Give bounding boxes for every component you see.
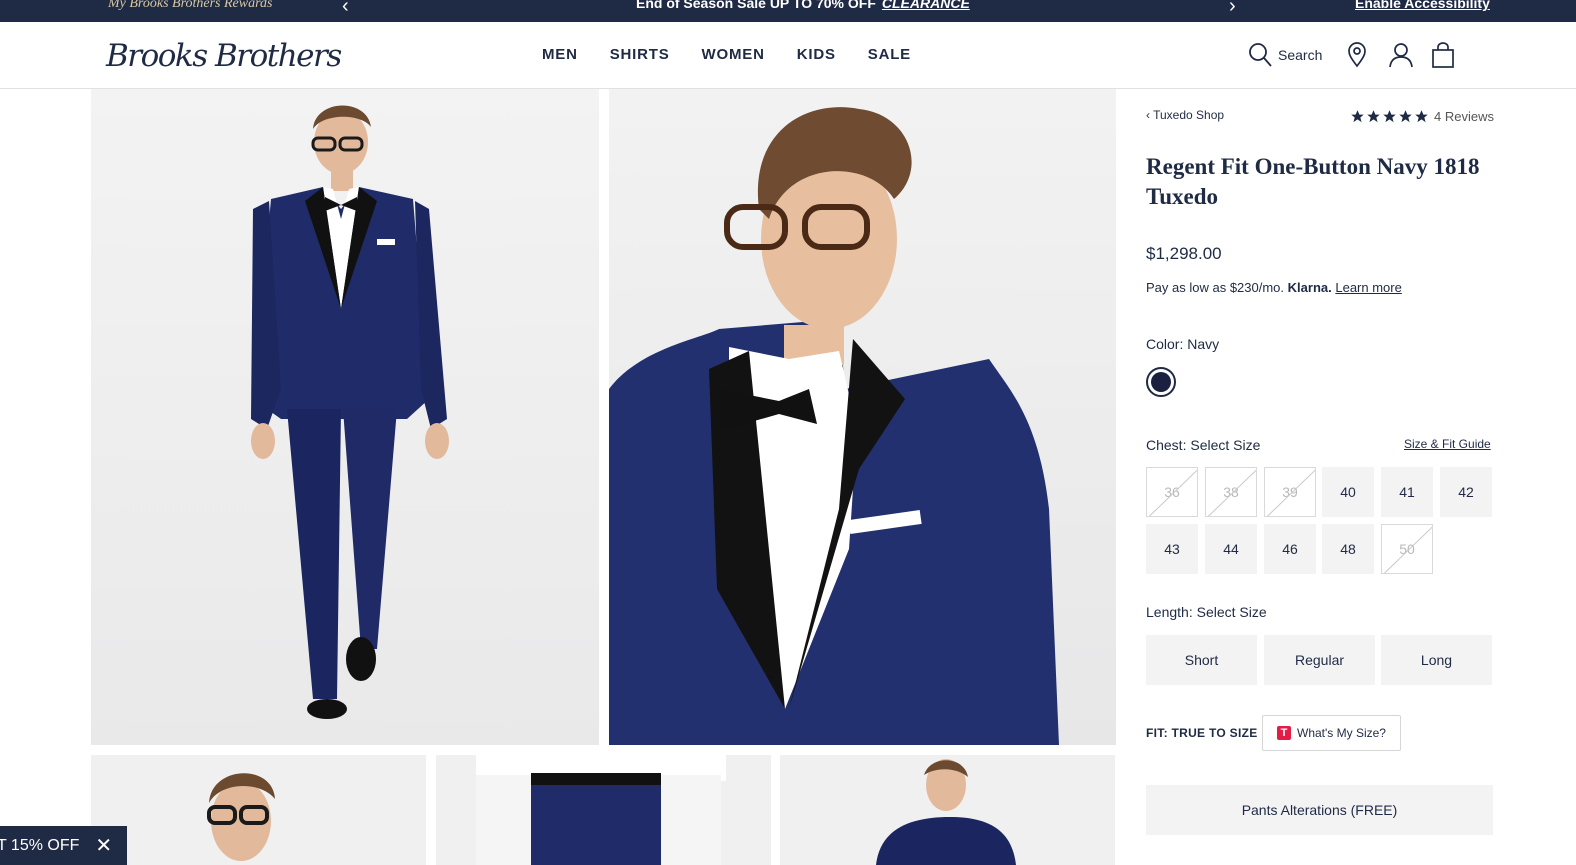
color-value: Navy (1187, 336, 1220, 352)
main-nav: MEN SHIRTS WOMEN KIDS SALE (542, 46, 943, 63)
promo-text: End of Season Sale UP TO 70% OFF (636, 0, 876, 11)
search-button[interactable]: Search (1248, 42, 1322, 68)
enable-accessibility-link[interactable]: Enable Accessibility (1355, 0, 1490, 11)
chevron-left-icon[interactable]: ‹ (342, 0, 349, 18)
color-key: Color: (1146, 336, 1184, 352)
brand-logo[interactable]: Brooks Brothers (106, 38, 342, 74)
chest-size-48[interactable]: 48 (1322, 524, 1374, 574)
nav-women[interactable]: WOMEN (702, 46, 765, 63)
klarna-learn-more-link[interactable]: Learn more (1335, 280, 1401, 295)
breadcrumb-tuxedo-shop[interactable]: ‹ Tuxedo Shop (1146, 108, 1224, 122)
product-title: Regent Fit One-Button Navy 1818 Tuxedo (1146, 154, 1480, 209)
length-regular[interactable]: Regular (1264, 635, 1375, 685)
clearance-link[interactable]: CLEARANCE (882, 0, 970, 11)
search-label: Search (1278, 47, 1323, 63)
color-label: Color: Navy (1146, 336, 1219, 352)
true-fit-logo-icon: T (1277, 726, 1291, 740)
chest-size-38[interactable]: 38 (1205, 467, 1257, 517)
length-key: Length: (1146, 604, 1193, 620)
length-label: Length: Select Size (1146, 604, 1267, 620)
nav-shirts[interactable]: SHIRTS (610, 46, 670, 63)
length-long[interactable]: Long (1381, 635, 1492, 685)
account-icon[interactable] (1388, 42, 1414, 68)
reviews-link[interactable]: 4 Reviews (1434, 109, 1494, 124)
chest-size-42[interactable]: 42 (1440, 467, 1492, 517)
chevron-right-icon[interactable]: › (1229, 0, 1236, 18)
search-icon (1249, 43, 1272, 67)
rating-stars[interactable] (1350, 109, 1429, 124)
chest-label: Chest: Select Size (1146, 437, 1260, 453)
chest-size-41[interactable]: 41 (1381, 467, 1433, 517)
nav-sale[interactable]: SALE (868, 46, 911, 63)
rewards-logo[interactable]: My Brooks Brothers Rewards (108, 0, 272, 12)
chest-size-43[interactable]: 43 (1146, 524, 1198, 574)
color-swatch-navy[interactable] (1146, 367, 1176, 397)
chest-size-46[interactable]: 46 (1264, 524, 1316, 574)
nav-kids[interactable]: KIDS (797, 46, 836, 63)
whats-my-size-button[interactable]: T What's My Size? (1262, 715, 1401, 751)
size-fit-guide-link[interactable]: Size & Fit Guide (1404, 437, 1491, 451)
chest-key: Chest: (1146, 437, 1187, 453)
thumbnail-1[interactable] (91, 755, 426, 865)
nav-men[interactable]: MEN (542, 46, 578, 63)
chest-size-36[interactable]: 36 (1146, 467, 1198, 517)
location-pin-icon[interactable] (1346, 42, 1368, 68)
star-icon (1383, 110, 1396, 123)
klarna-brand: Klarna. (1287, 280, 1332, 295)
chest-size-44[interactable]: 44 (1205, 524, 1257, 574)
star-icon (1399, 110, 1412, 123)
promo-bar: My Brooks Brothers Rewards ‹ End of Seas… (0, 0, 1576, 22)
product-image-full-length[interactable] (91, 89, 599, 745)
length-value: Select Size (1196, 604, 1267, 620)
promo-message: End of Season Sale UP TO 70% OFF CLEARANC… (636, 0, 970, 11)
discount-offer-tab[interactable]: T 15% OFF ✕ (0, 826, 127, 865)
thumbnail-3[interactable] (780, 755, 1115, 865)
product-image-closeup[interactable] (609, 89, 1116, 745)
whats-my-size-label: What's My Size? (1297, 726, 1386, 740)
star-icon (1415, 110, 1428, 123)
klarna-prefix: Pay as low as $230/mo. (1146, 280, 1285, 295)
thumbnail-2[interactable] (436, 755, 771, 865)
pants-alterations-button[interactable]: Pants Alterations (FREE) (1146, 785, 1493, 835)
chest-size-50[interactable]: 50 (1381, 524, 1433, 574)
shopping-bag-icon[interactable] (1431, 42, 1455, 68)
offer-text: T 15% OFF (0, 836, 80, 854)
chest-value: Select Size (1190, 437, 1261, 453)
swatch-fill (1151, 372, 1171, 392)
star-icon (1351, 110, 1364, 123)
chest-size-40[interactable]: 40 (1322, 467, 1374, 517)
product-price: $1,298.00 (1146, 244, 1222, 263)
close-icon[interactable]: ✕ (95, 833, 112, 858)
length-short[interactable]: Short (1146, 635, 1257, 685)
site-header: Brooks Brothers MEN SHIRTS WOMEN KIDS SA… (0, 22, 1576, 89)
klarna-message: Pay as low as $230/mo. Klarna. Learn mor… (1146, 280, 1402, 295)
fit-indicator: FIT: TRUE TO SIZE (1146, 726, 1258, 740)
chest-size-39[interactable]: 39 (1264, 467, 1316, 517)
star-icon (1367, 110, 1380, 123)
